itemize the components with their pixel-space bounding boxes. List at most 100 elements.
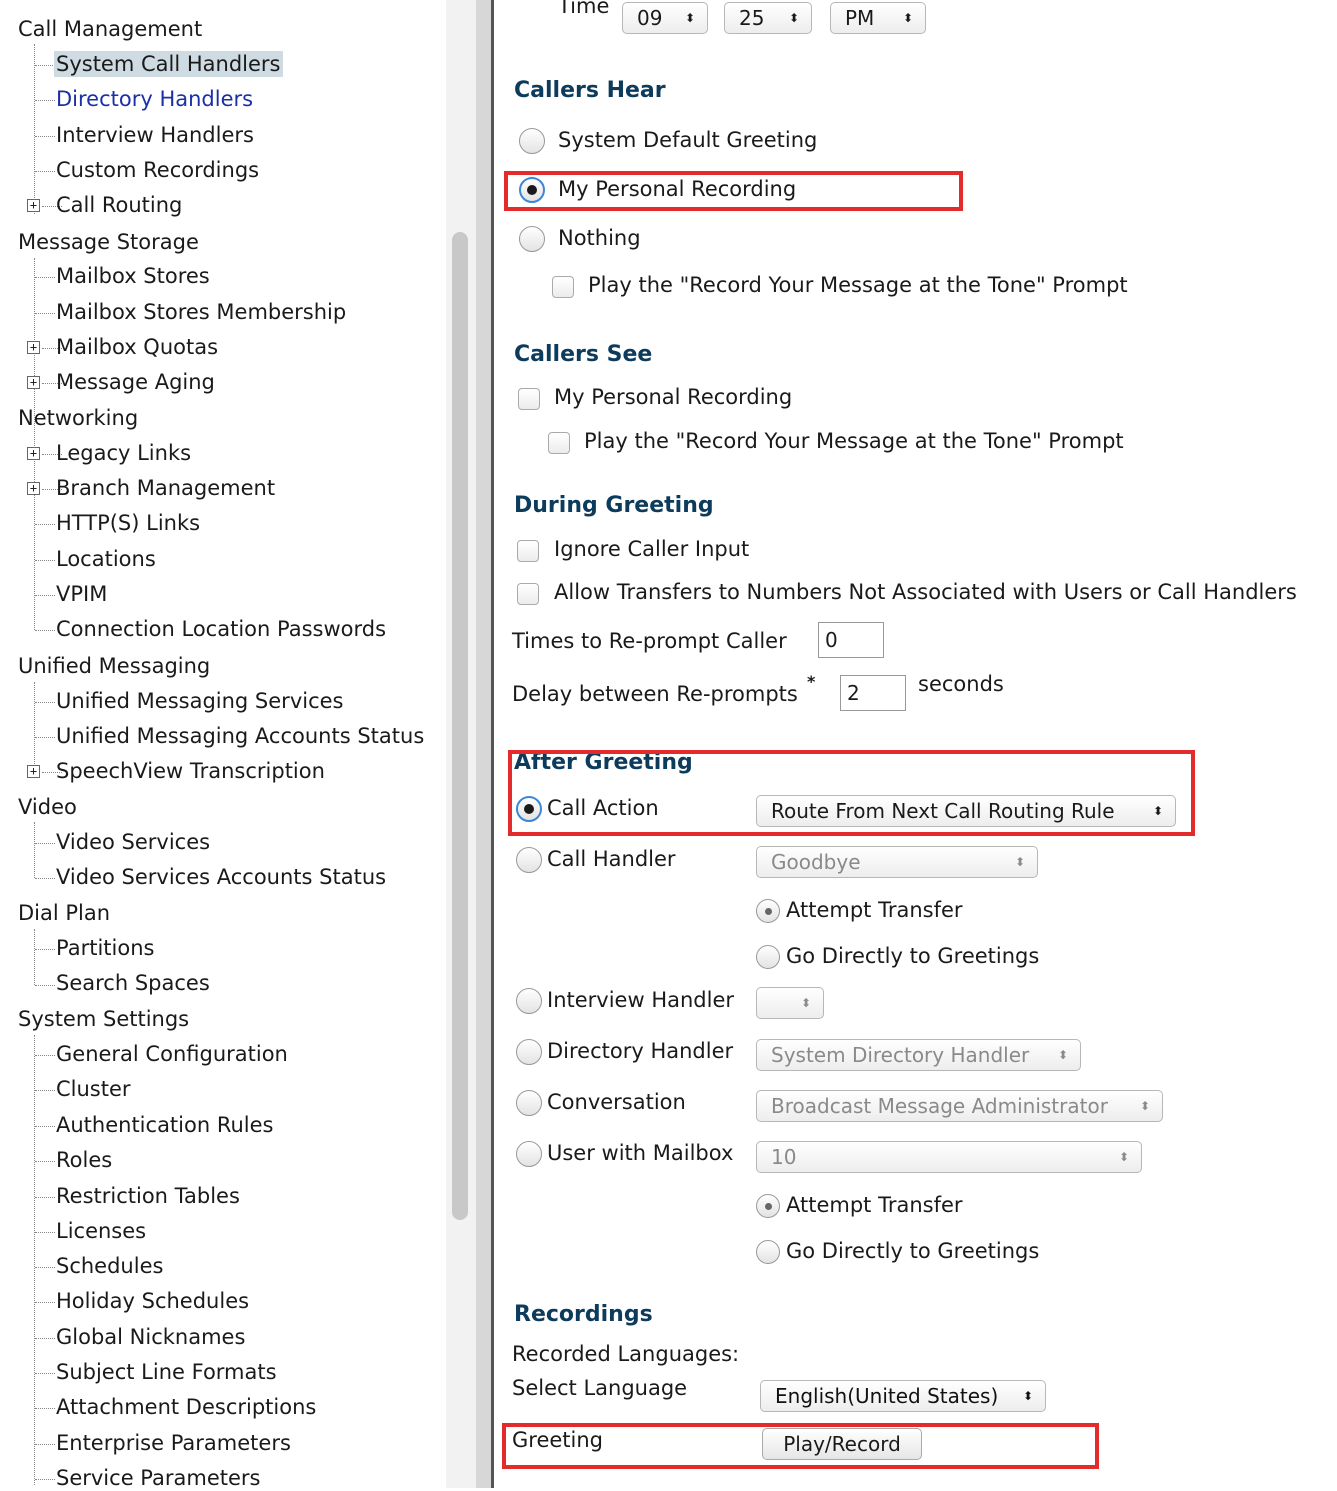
call-action-radio[interactable]	[516, 796, 542, 822]
select-arrows-icon: ⬍	[902, 11, 913, 25]
nav-item-branch-management[interactable]: Branch Management	[56, 475, 275, 501]
nav-item-global-nicknames[interactable]: Global Nicknames	[56, 1324, 245, 1350]
nothing-radio[interactable]	[519, 226, 545, 252]
nav-section-dial-plan[interactable]: Dial Plan	[18, 900, 110, 926]
nav-item-service-parameters[interactable]: Service Parameters	[56, 1465, 260, 1491]
nav-item-mailbox-stores-membership[interactable]: Mailbox Stores Membership	[56, 299, 346, 325]
time-hour-value: 09	[637, 6, 663, 30]
system-default-greeting-radio[interactable]	[519, 128, 545, 154]
conversation-radio[interactable]	[516, 1090, 542, 1116]
handler-attempt-transfer-radio[interactable]	[756, 899, 780, 923]
conversation-select[interactable]: Broadcast Message Administrator ⬍	[756, 1090, 1163, 1122]
time-ampm-select[interactable]: PM ⬍	[830, 2, 926, 34]
expand-icon[interactable]: +	[27, 765, 40, 778]
tree-connector	[35, 1479, 55, 1480]
nav-item-schedules[interactable]: Schedules	[56, 1253, 163, 1279]
recorded-languages-label: Recorded Languages:	[512, 1342, 740, 1366]
nav-item-vpim[interactable]: VPIM	[56, 581, 107, 607]
allow-transfers-checkbox[interactable]	[517, 583, 539, 605]
expand-icon[interactable]: +	[27, 482, 40, 495]
nav-scrollbar-thumb[interactable]	[452, 232, 468, 1220]
nav-item-mailbox-quotas[interactable]: Mailbox Quotas	[56, 334, 218, 360]
conversation-label[interactable]: Conversation	[547, 1090, 686, 1114]
mailbox-go-directly-label[interactable]: Go Directly to Greetings	[786, 1239, 1039, 1263]
time-minute-select[interactable]: 25 ⬍	[724, 2, 812, 34]
nav-item-directory-handlers[interactable]: Directory Handlers	[56, 86, 253, 112]
nav-item-unified-messaging-accounts-status[interactable]: Unified Messaging Accounts Status	[56, 723, 424, 749]
hear-play-prompt-label[interactable]: Play the "Record Your Message at the Ton…	[588, 273, 1128, 297]
nav-item-cluster[interactable]: Cluster	[56, 1076, 131, 1102]
nothing-label[interactable]: Nothing	[558, 226, 641, 250]
nav-section-system-settings[interactable]: System Settings	[18, 1006, 189, 1032]
nav-item-locations[interactable]: Locations	[56, 546, 156, 572]
nav-item-restriction-tables[interactable]: Restriction Tables	[56, 1183, 240, 1209]
nav-item-https-links[interactable]: HTTP(S) Links	[56, 510, 200, 536]
system-default-greeting-label[interactable]: System Default Greeting	[558, 128, 817, 152]
nav-item-video-services-accounts-status[interactable]: Video Services Accounts Status	[56, 864, 386, 890]
nav-item-general-configuration[interactable]: General Configuration	[56, 1041, 288, 1067]
call-handler-radio[interactable]	[516, 847, 542, 873]
call-action-label[interactable]: Call Action	[547, 796, 659, 820]
nav-item-enterprise-parameters[interactable]: Enterprise Parameters	[56, 1430, 291, 1456]
nav-item-message-aging[interactable]: Message Aging	[56, 369, 215, 395]
ignore-caller-input-checkbox[interactable]	[517, 540, 539, 562]
expand-icon[interactable]: +	[27, 341, 40, 354]
see-play-prompt-checkbox[interactable]	[548, 432, 570, 454]
nav-section-message-storage[interactable]: Message Storage	[18, 229, 199, 255]
nav-item-search-spaces[interactable]: Search Spaces	[56, 970, 210, 996]
time-hour-select[interactable]: 09 ⬍	[622, 2, 708, 34]
nav-item-legacy-links[interactable]: Legacy Links	[56, 440, 191, 466]
nav-item-authentication-rules[interactable]: Authentication Rules	[56, 1112, 274, 1138]
nav-item-mailbox-stores[interactable]: Mailbox Stores	[56, 263, 210, 289]
nav-item-system-call-handlers[interactable]: System Call Handlers	[54, 51, 283, 77]
handler-go-directly-radio[interactable]	[756, 945, 780, 969]
nav-item-call-routing[interactable]: Call Routing	[56, 192, 182, 218]
see-play-prompt-label[interactable]: Play the "Record Your Message at the Ton…	[584, 429, 1124, 453]
nav-item-speechview-transcription[interactable]: SpeechView Transcription	[56, 758, 325, 784]
user-with-mailbox-label[interactable]: User with Mailbox	[547, 1141, 733, 1165]
interview-handler-select[interactable]: ⬍	[756, 987, 824, 1019]
delay-input[interactable]: 2	[840, 675, 906, 711]
handler-attempt-transfer-label[interactable]: Attempt Transfer	[786, 898, 963, 922]
expand-icon[interactable]: +	[27, 376, 40, 389]
ignore-caller-input-label[interactable]: Ignore Caller Input	[554, 537, 749, 561]
nav-section-networking[interactable]: Networking	[18, 405, 138, 431]
nav-section-call-management[interactable]: Call Management	[18, 16, 202, 42]
see-personal-recording-label[interactable]: My Personal Recording	[554, 385, 792, 409]
nav-item-interview-handlers[interactable]: Interview Handlers	[56, 122, 254, 148]
nav-section-unified-messaging[interactable]: Unified Messaging	[18, 653, 210, 679]
nav-item-attachment-descriptions[interactable]: Attachment Descriptions	[56, 1394, 316, 1420]
nav-item-unified-messaging-services[interactable]: Unified Messaging Services	[56, 688, 344, 714]
nav-item-video-services[interactable]: Video Services	[56, 829, 210, 855]
call-handler-select[interactable]: Goodbye ⬍	[756, 846, 1038, 878]
call-handler-label[interactable]: Call Handler	[547, 847, 676, 871]
nav-item-holiday-schedules[interactable]: Holiday Schedules	[56, 1288, 249, 1314]
nav-section-video[interactable]: Video	[18, 794, 77, 820]
expand-icon[interactable]: +	[27, 447, 40, 460]
interview-handler-label[interactable]: Interview Handler	[547, 988, 734, 1012]
directory-handler-label[interactable]: Directory Handler	[547, 1039, 733, 1063]
mailbox-go-directly-radio[interactable]	[756, 1240, 780, 1264]
user-with-mailbox-radio[interactable]	[516, 1141, 542, 1167]
pane-splitter[interactable]	[476, 0, 494, 1488]
nav-item-partitions[interactable]: Partitions	[56, 935, 154, 961]
reprompt-input[interactable]: 0	[818, 622, 884, 658]
nav-item-custom-recordings[interactable]: Custom Recordings	[56, 157, 259, 183]
directory-handler-radio[interactable]	[516, 1039, 542, 1065]
allow-transfers-label[interactable]: Allow Transfers to Numbers Not Associate…	[554, 580, 1297, 604]
nav-item-connection-location-passwords[interactable]: Connection Location Passwords	[56, 616, 386, 642]
hear-play-prompt-checkbox[interactable]	[552, 276, 574, 298]
expand-icon[interactable]: +	[27, 199, 40, 212]
call-action-select[interactable]: Route From Next Call Routing Rule ⬍	[756, 795, 1176, 827]
user-with-mailbox-select[interactable]: 10 ⬍	[756, 1141, 1142, 1173]
interview-handler-radio[interactable]	[516, 988, 542, 1014]
handler-go-directly-label[interactable]: Go Directly to Greetings	[786, 944, 1039, 968]
mailbox-attempt-transfer-radio[interactable]	[756, 1194, 780, 1218]
see-personal-recording-checkbox[interactable]	[518, 388, 540, 410]
language-select[interactable]: English(United States) ⬍	[760, 1380, 1046, 1412]
nav-item-subject-line-formats[interactable]: Subject Line Formats	[56, 1359, 277, 1385]
mailbox-attempt-transfer-label[interactable]: Attempt Transfer	[786, 1193, 963, 1217]
nav-item-licenses[interactable]: Licenses	[56, 1218, 146, 1244]
directory-handler-select[interactable]: System Directory Handler ⬍	[756, 1039, 1081, 1071]
nav-item-roles[interactable]: Roles	[56, 1147, 112, 1173]
